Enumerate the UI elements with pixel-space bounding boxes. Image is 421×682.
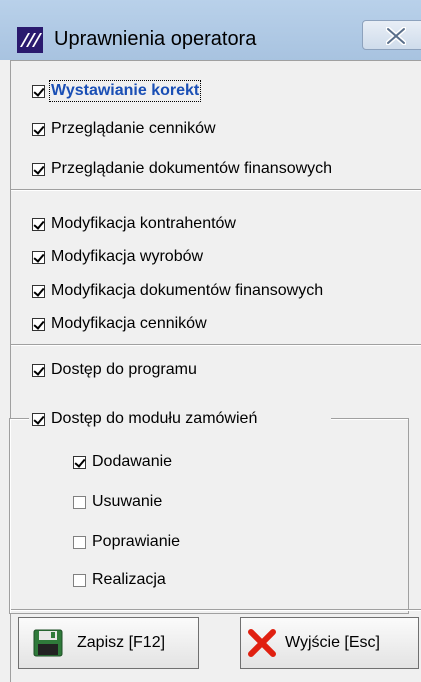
- close-button[interactable]: [362, 20, 421, 50]
- checkbox-przegladanie-dokumentow[interactable]: Przeglądanie dokumentów finansowych: [32, 158, 332, 180]
- checkbox-realizacja[interactable]: Realizacja: [73, 569, 166, 591]
- checkbox-label: Modyfikacja dokumentów finansowych: [51, 282, 324, 299]
- checkbox-box[interactable]: [32, 284, 45, 298]
- save-button[interactable]: Zapisz [F12]: [18, 617, 199, 669]
- checkbox-dostep-do-programu[interactable]: Dostęp do programu: [32, 359, 197, 381]
- window-title: Uprawnienia operatora: [54, 28, 257, 50]
- checkbox-box[interactable]: [32, 122, 45, 136]
- exit-button[interactable]: Wyjście [Esc]: [240, 617, 419, 669]
- checkbox-modyfikacja-cennikow[interactable]: Modyfikacja cenników: [32, 313, 207, 335]
- checkbox-label: Modyfikacja wyrobów: [51, 248, 204, 265]
- checkbox-label: Poprawianie: [92, 533, 181, 550]
- checkbox-box[interactable]: [32, 363, 45, 377]
- app-logo-icon: [17, 27, 43, 53]
- close-icon: [386, 27, 406, 45]
- checkbox-label: Modyfikacja cenników: [51, 315, 207, 332]
- checkbox-modyfikacja-kontrahentow[interactable]: Modyfikacja kontrahentów: [32, 213, 236, 235]
- checkbox-box[interactable]: [73, 573, 86, 587]
- checkbox-box[interactable]: [73, 535, 86, 549]
- checkbox-box[interactable]: [32, 84, 45, 98]
- checkbox-box[interactable]: [32, 250, 45, 264]
- checkbox-box[interactable]: [32, 162, 45, 176]
- checkbox-box[interactable]: [32, 412, 45, 426]
- checkbox-dostep-do-modulu-zamowien[interactable]: Dostęp do modułu zamówień: [32, 408, 257, 430]
- permissions-dialog: Uprawnienia operatora Wystawianie korekt…: [0, 0, 421, 682]
- section-divider: [11, 609, 421, 611]
- checkbox-modyfikacja-wyrobow[interactable]: Modyfikacja wyrobów: [32, 246, 203, 268]
- checkbox-label: Modyfikacja kontrahentów: [51, 215, 236, 232]
- checkbox-modyfikacja-dokumentow[interactable]: Modyfikacja dokumentów finansowych: [32, 280, 323, 302]
- section-divider: [11, 344, 421, 346]
- checkbox-przegladanie-cennikow[interactable]: Przeglądanie cenników: [32, 118, 216, 140]
- floppy-disk-icon: [33, 629, 63, 657]
- checkbox-label: Usuwanie: [92, 493, 163, 510]
- orders-group-box: [9, 418, 409, 614]
- checkbox-usuwanie[interactable]: Usuwanie: [73, 491, 162, 513]
- exit-button-label: Wyjście [Esc]: [285, 634, 380, 651]
- checkbox-poprawianie[interactable]: Poprawianie: [73, 531, 180, 553]
- checkbox-label: Przeglądanie dokumentów finansowych: [51, 160, 333, 177]
- checkbox-label: Dostęp do programu: [51, 361, 197, 378]
- red-x-icon: [248, 629, 276, 657]
- checkbox-box[interactable]: [73, 455, 86, 469]
- checkbox-label: Dodawanie: [92, 453, 173, 470]
- checkbox-label: Realizacja: [92, 571, 166, 588]
- checkbox-box[interactable]: [73, 495, 86, 509]
- checkbox-box[interactable]: [32, 317, 45, 331]
- dialog-client-area: Wystawianie korekt Przeglądanie cenników…: [9, 60, 421, 682]
- title-bar[interactable]: Uprawnienia operatora: [0, 0, 421, 60]
- checkbox-label: Przeglądanie cenników: [51, 120, 216, 137]
- checkbox-box[interactable]: [32, 217, 45, 231]
- checkbox-dodawanie[interactable]: Dodawanie: [73, 451, 172, 473]
- checkbox-label: Dostęp do modułu zamówień: [51, 410, 258, 427]
- checkbox-wystawianie-korekt[interactable]: Wystawianie korekt: [32, 80, 202, 102]
- checkbox-label: Wystawianie korekt: [48, 80, 202, 102]
- save-button-label: Zapisz [F12]: [77, 634, 166, 651]
- section-divider: [11, 189, 421, 191]
